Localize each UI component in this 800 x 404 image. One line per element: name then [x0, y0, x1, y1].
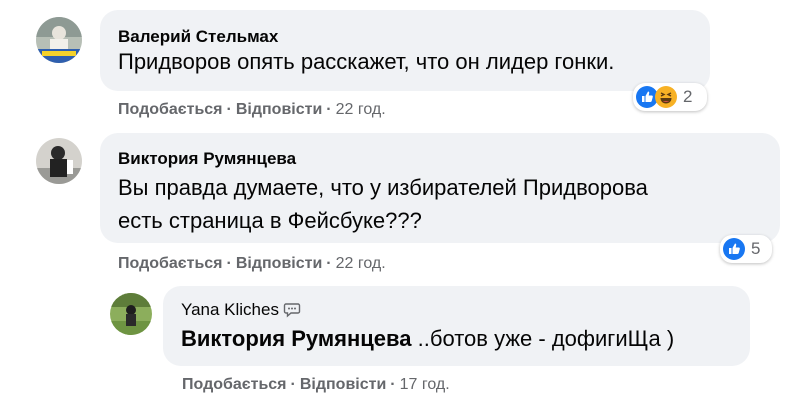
- timestamp-link[interactable]: 22 год.: [336, 101, 386, 118]
- comment-bubble: Валерий Стельмах Придворов опять расскаж…: [100, 10, 710, 91]
- avatar[interactable]: [36, 17, 82, 63]
- reactions-badge[interactable]: 2: [633, 83, 707, 111]
- reactions-badge[interactable]: 5: [720, 235, 772, 263]
- reply-author[interactable]: Yana Kliches: [181, 300, 301, 320]
- separator: ·: [390, 376, 396, 393]
- comment-bubble: Виктория Румянцева Вы правда думаете, чт…: [100, 133, 780, 243]
- avatar[interactable]: [110, 293, 152, 335]
- reaction-count: 2: [683, 87, 693, 106]
- comment-text: Вы правда думаете, что у избирателей При…: [118, 175, 648, 200]
- like-link[interactable]: Подобається: [118, 101, 223, 118]
- separator: ·: [326, 255, 332, 272]
- like-icon: [723, 238, 745, 260]
- reply-text: Виктория Румянцева ..ботов уже - дофигиЩ…: [181, 322, 674, 356]
- separator: ·: [226, 255, 232, 272]
- separator: ·: [326, 101, 332, 118]
- reply-link[interactable]: Відповісти: [300, 376, 386, 393]
- reply-actions: Подобається · Відповісти · 17 год.: [182, 376, 450, 394]
- reply-body: ..ботов уже - дофигиЩа ): [417, 326, 675, 351]
- separator: ·: [290, 376, 296, 393]
- messenger-icon: [283, 302, 301, 318]
- like-link[interactable]: Подобається: [118, 255, 223, 272]
- comment-text: есть страница в Фейсбуке???: [118, 208, 422, 233]
- timestamp-link[interactable]: 17 год.: [400, 376, 450, 393]
- comment-actions: Подобається · Відповісти · 22 год.: [118, 255, 386, 273]
- reply-link[interactable]: Відповісти: [236, 101, 322, 118]
- comment-actions: Подобається · Відповісти · 22 год.: [118, 101, 386, 119]
- mention-link[interactable]: Виктория Румянцева: [181, 326, 412, 351]
- like-link[interactable]: Подобається: [182, 376, 287, 393]
- reaction-count: 5: [751, 239, 761, 258]
- reply-bubble: Yana Kliches Виктория Румянцева ..ботов …: [163, 286, 750, 366]
- reply-link[interactable]: Відповісти: [236, 255, 322, 272]
- reply-author-name: Yana Kliches: [181, 300, 279, 319]
- timestamp-link[interactable]: 22 год.: [336, 255, 386, 272]
- comment-author[interactable]: Виктория Румянцева: [118, 149, 296, 169]
- haha-icon: [655, 86, 677, 108]
- avatar[interactable]: [36, 138, 82, 184]
- comment-author[interactable]: Валерий Стельмах: [118, 27, 278, 47]
- separator: ·: [226, 101, 232, 118]
- comment-text: Придворов опять расскажет, что он лидер …: [118, 49, 615, 74]
